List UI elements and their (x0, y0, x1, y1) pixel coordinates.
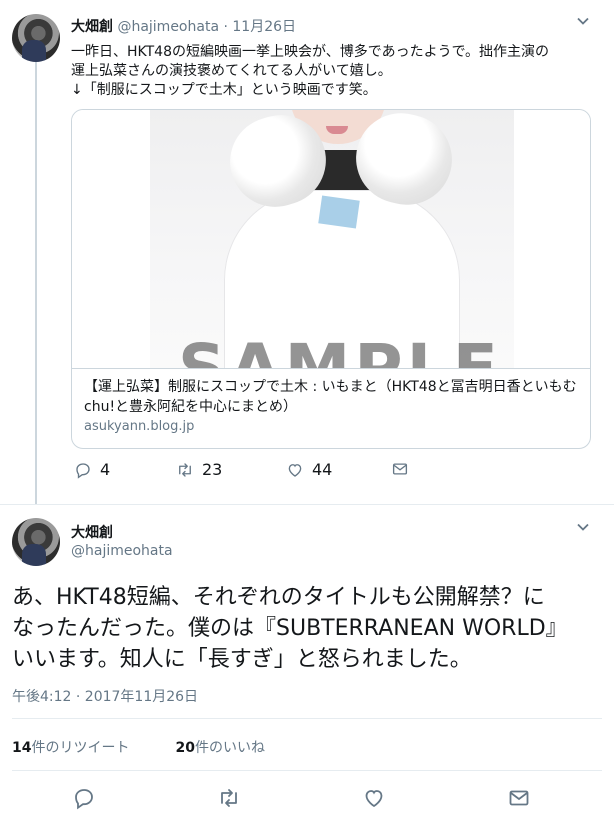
chevron-down-icon[interactable] (576, 520, 590, 538)
chevron-down-icon[interactable] (576, 14, 590, 32)
reply-icon (75, 789, 93, 810)
message-icon (392, 463, 408, 475)
card-photo: SAMPLE (150, 110, 514, 368)
divider (12, 770, 602, 771)
reply-icon (76, 462, 90, 479)
tweet-date[interactable]: 11月26日 (232, 19, 296, 35)
display-name[interactable]: 大畑創 (71, 522, 113, 542)
message-icon (509, 790, 529, 806)
like-button[interactable] (362, 786, 386, 814)
like-icon (288, 463, 302, 477)
display-name[interactable]: 大畑創 (71, 19, 113, 35)
retweet-stat-count: 14 (12, 740, 32, 756)
tweet-text-line: いいます。知人に「長すぎ」と怒られました。 (12, 647, 472, 672)
separator-dot: · (223, 19, 228, 35)
link-card[interactable]: SAMPLE 【運上弘菜】制服にスコップで土木 : いもまと（HKT48と冨吉明… (71, 109, 591, 449)
tweet-1[interactable]: 大畑創 @hajimeohata · 11月26日 一昨日、HKT48の短編映画… (0, 0, 614, 504)
tweet-timestamp[interactable]: 午後4:12 · 2017年11月26日 (12, 686, 198, 706)
sample-watermark: SAMPLE (178, 330, 502, 368)
avatar[interactable] (12, 14, 60, 62)
divider (0, 504, 614, 505)
retweet-button[interactable]: 23 (176, 460, 222, 479)
user-handle[interactable]: @hajimeohata (117, 19, 219, 35)
user-handle[interactable]: @hajimeohata (71, 543, 173, 559)
retweet-icon (221, 789, 237, 807)
reply-button[interactable] (72, 786, 96, 814)
tweet-text: 一昨日、HKT48の短編映画一挙上映会が、博多であったようで。拙作主演の 運上弘… (71, 43, 601, 100)
avatar[interactable] (12, 518, 60, 566)
tweet-text-line: なったんだった。僕のは『SUBTERRANEAN WORLD』 (12, 616, 568, 641)
like-icon (365, 790, 383, 808)
retweet-stat-label: 件のリツイート (31, 740, 130, 756)
retweet-count: 23 (202, 460, 223, 479)
like-stat-count: 20 (175, 740, 195, 756)
tweet-text-line: 運上弘菜さんの演技褒めてくれてる人がいて嬉し。 (71, 63, 392, 79)
like-count: 44 (312, 460, 333, 479)
retweet-stat[interactable]: 14件のリツイート (12, 737, 129, 757)
card-title: 【運上弘菜】制服にスコップで土木 : いもまと（HKT48と冨吉明日香といもむc… (84, 379, 577, 415)
like-stat[interactable]: 20件のいいね (175, 737, 264, 757)
tweet-text-line: 一昨日、HKT48の短編映画一挙上映会が、博多であったようで。拙作主演の (71, 44, 550, 60)
tweet-text-line: ↓「制服にスコップで土木」という映画です笑。 (71, 82, 377, 98)
card-image[interactable]: SAMPLE (72, 110, 590, 368)
retweet-button[interactable] (217, 786, 241, 814)
like-button[interactable]: 44 (286, 460, 332, 479)
tweet-text-line: あ、HKT48短編、それぞれのタイトルも公開解禁？に (12, 585, 545, 610)
card-url: asukyann.blog.jp (84, 419, 195, 434)
divider (12, 718, 602, 719)
reply-count: 4 (100, 460, 111, 479)
message-button[interactable] (391, 460, 409, 478)
message-button[interactable] (507, 786, 531, 814)
reply-button[interactable]: 4 (74, 460, 110, 479)
like-stat-label: 件のいいね (194, 740, 265, 756)
retweet-icon (179, 462, 191, 477)
tweet-stats: 14件のリツイート 20件のいいね (12, 737, 311, 757)
thread-line (35, 62, 37, 504)
tweet-header: 大畑創 @hajimeohata · 11月26日 (71, 16, 296, 36)
tweet-text: あ、HKT48短編、それぞれのタイトルも公開解禁？に なったんだった。僕のは『S… (12, 582, 602, 675)
card-body[interactable]: 【運上弘菜】制服にスコップで土木 : いもまと（HKT48と冨吉明日香といもむc… (72, 368, 590, 448)
